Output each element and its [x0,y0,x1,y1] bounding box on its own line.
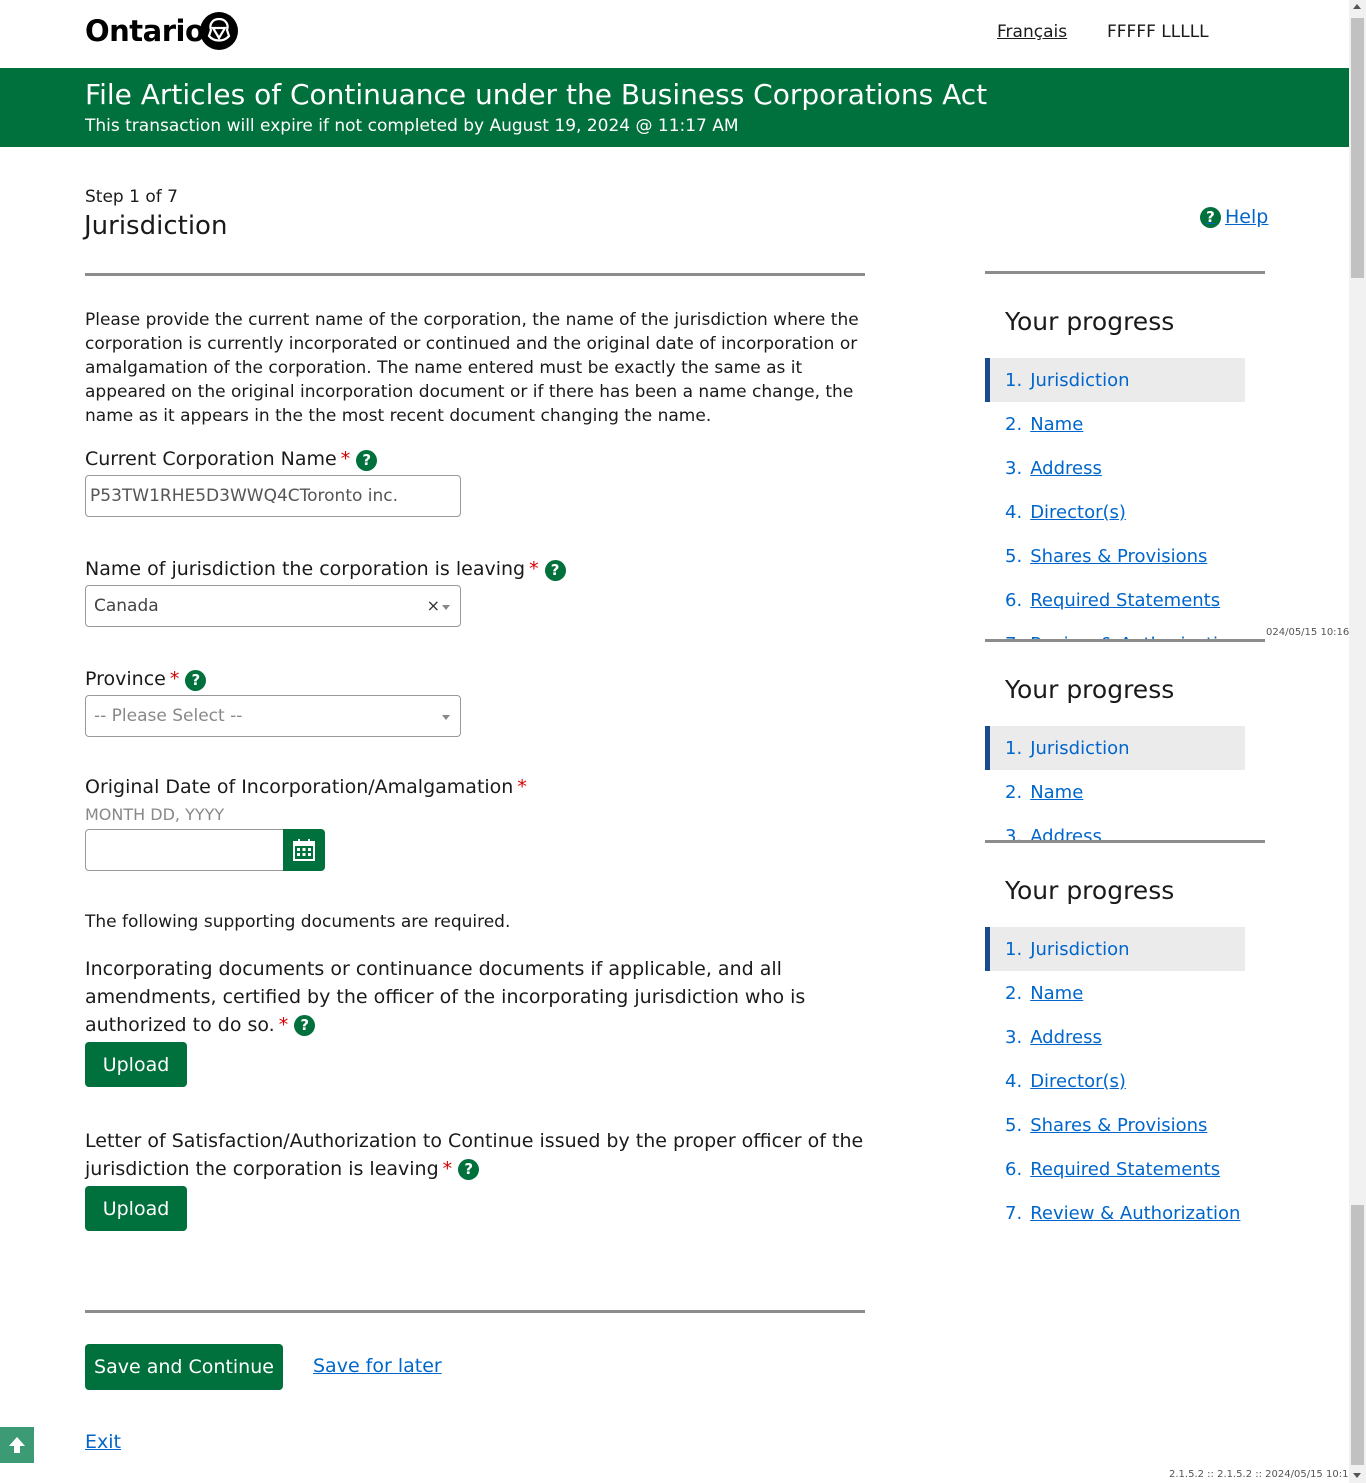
progress-item-directors[interactable]: 4. Director(s) [985,490,1245,534]
progress-heading: Your progress [1005,876,1175,905]
ontario-logo-text: Ontario [85,14,205,48]
province-select[interactable]: -- Please Select -- [85,695,461,737]
corp-name-input[interactable]: P53TW1RHE5D3WWQ4CToronto inc. [85,475,461,517]
progress-item-jurisdiction[interactable]: 1. Jurisdiction [985,927,1245,971]
question-icon[interactable]: ? [544,560,566,581]
scrollbar-thumb[interactable] [1351,18,1364,278]
exit-link[interactable]: Exit [85,1431,121,1453]
calendar-icon [293,839,315,861]
question-icon[interactable]: ? [185,670,207,691]
save-for-later-link[interactable]: Save for later [313,1355,442,1377]
version-footer: 2.1.5.2 :: 2.1.5.2 :: 2024/05/15 10:16 [1169,1469,1355,1480]
doc1-question: Incorporating documents or continuance d… [85,955,865,1039]
page-title: File Articles of Continuance under the B… [85,78,988,111]
timestamp-label: 024/05/15 10:16 [1266,627,1350,638]
doc2-upload-button[interactable]: Upload [85,1186,187,1231]
required-marker: * [529,558,539,580]
francais-link[interactable]: Français [997,22,1067,42]
panel-divider [985,639,1265,642]
help-icon: ? [1200,206,1221,228]
progress-panel: Your progress 1. Jurisdiction 2. Name 3. Ad… [985,639,1265,844]
doc1-upload-button[interactable]: Upload [85,1042,187,1087]
progress-item-directors[interactable]: 4. Director(s) [985,1059,1245,1103]
required-marker: * [278,1014,289,1036]
chevron-down-icon [442,605,450,610]
documents-intro: The following supporting documents are r… [85,912,511,932]
help-label: Help [1225,206,1269,228]
question-icon[interactable]: ? [294,1015,316,1036]
save-continue-button[interactable]: Save and Continue [85,1344,283,1390]
section-divider [85,1310,865,1313]
progress-item-name[interactable]: 2. Name [985,770,1245,814]
progress-item-address[interactable]: 3. Address [985,446,1245,490]
jurisdiction-label-row: Name of jurisdiction the corporation is … [85,558,566,581]
arrow-up-icon [9,1437,25,1453]
date-format-hint: MONTH DD, YYYY [85,805,225,824]
scroll-up-arrow-icon[interactable] [1353,4,1361,9]
instructions-text: Please provide the current name of the c… [85,310,859,426]
progress-item-jurisdiction[interactable]: 1. Jurisdiction [985,726,1245,770]
progress-item-shares[interactable]: 5. Shares & Provisions [985,534,1245,578]
section-divider [85,273,865,276]
step-title: Jurisdiction [84,211,228,241]
progress-item-statements[interactable]: 6. Required Statements [985,578,1245,622]
help-link[interactable]: ? Help [1200,206,1268,228]
progress-item-jurisdiction[interactable]: 1. Jurisdiction [985,358,1245,402]
question-icon[interactable]: ? [356,450,378,471]
calendar-button[interactable] [283,829,325,871]
step-counter: Step 1 of 7 [85,187,178,207]
scrollbar-thumb[interactable] [1351,1205,1364,1465]
province-label: Province [85,668,166,690]
user-name[interactable]: FFFFF LLLLL [1107,22,1209,42]
jurisdiction-select[interactable]: Canada × [85,585,461,627]
required-marker: * [517,776,527,798]
trillium-logo-icon [200,12,238,50]
required-marker: * [169,668,180,690]
progress-panel: Your progress 1. Jurisdiction 2. Name 3. Ad… [985,271,1265,641]
jurisdiction-selected-value: Canada [94,596,159,616]
required-marker: * [340,448,351,470]
date-label-row: Original Date of Incorporation/Amalgamat… [85,776,533,798]
date-input[interactable] [85,829,285,871]
chevron-down-icon [442,715,450,720]
progress-item-name[interactable]: 2. Name [985,971,1245,1015]
expiry-notice: This transaction will expire if not comp… [85,116,739,136]
required-marker: * [442,1158,453,1180]
progress-panel: Your progress 1. Jurisdiction 2. Name 3. Ad… [985,840,1265,1240]
progress-heading: Your progress [1005,307,1175,336]
date-label: Original Date of Incorporation/Amalgamat… [85,776,514,798]
progress-item-address[interactable]: 3. Address [985,1015,1245,1059]
progress-item-shares[interactable]: 5. Shares & Provisions [985,1103,1245,1147]
panel-divider [985,840,1265,843]
question-icon[interactable]: ? [458,1159,480,1180]
progress-item-review[interactable]: 7.Review & Authorization [985,1191,1245,1235]
doc2-question: Letter of Satisfaction/Authorization to … [85,1127,865,1183]
page-banner: File Articles of Continuance under the B… [0,68,1349,147]
panel-divider [985,271,1265,274]
scroll-down-arrow-icon[interactable] [1353,1473,1361,1478]
jurisdiction-label: Name of jurisdiction the corporation is … [85,558,526,580]
clear-selection-icon[interactable]: × [427,596,440,615]
doc1-label: Incorporating documents or continuance d… [85,958,806,1036]
corp-name-label: Current Corporation Name [85,448,337,470]
province-label-row: Province *? [85,668,207,691]
corp-name-label-row: Current Corporation Name *? [85,448,378,471]
progress-heading: Your progress [1005,675,1175,704]
progress-item-name[interactable]: 2. Name [985,402,1245,446]
progress-item-statements[interactable]: 6. Required Statements [985,1147,1245,1191]
back-to-top-button[interactable] [0,1427,34,1463]
province-placeholder: -- Please Select -- [94,706,243,726]
